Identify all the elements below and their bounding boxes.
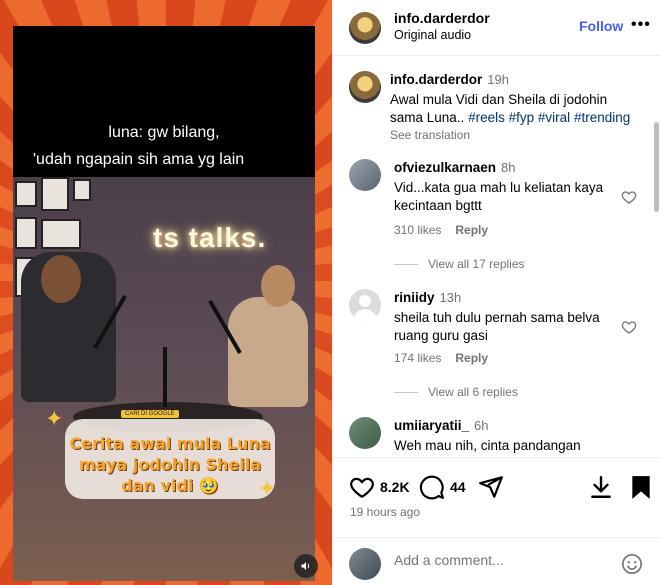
comment-likes[interactable]: 310 likes bbox=[394, 223, 441, 237]
header-username[interactable]: info.darderdor bbox=[394, 10, 490, 26]
original-audio-link[interactable]: Original audio bbox=[394, 28, 471, 42]
follow-button[interactable]: Follow bbox=[579, 18, 623, 34]
comment-avatar[interactable] bbox=[349, 417, 381, 449]
comment-username[interactable]: ofviezulkarnaen bbox=[394, 160, 496, 175]
hashtag-link[interactable]: #trending bbox=[574, 110, 630, 125]
comment-username[interactable]: riniidy bbox=[394, 290, 435, 305]
caption-username[interactable]: info.darderdor bbox=[390, 72, 482, 87]
microphone-stand bbox=[163, 347, 167, 407]
comments-count[interactable]: 44 bbox=[450, 479, 466, 495]
comment-item: ofviezulkarnaen 8h Vid...kata gua mah lu … bbox=[333, 157, 661, 277]
comment-avatar[interactable] bbox=[349, 289, 381, 321]
sparkle-icon: ✦ bbox=[258, 476, 277, 501]
caption-badge-line-3: dan vidi 🥹 bbox=[121, 476, 219, 495]
reel-video[interactable]: luna: gw bilang, 'udah ngapain sih ama y… bbox=[13, 26, 315, 581]
reply-button[interactable]: Reply bbox=[455, 223, 488, 237]
media-panel: luna: gw bilang, 'udah ngapain sih ama y… bbox=[0, 0, 332, 585]
comment-time: 13h bbox=[439, 290, 462, 305]
like-comment-heart-icon[interactable] bbox=[621, 319, 637, 335]
caption-time: 19h bbox=[487, 72, 509, 87]
comment-likes[interactable]: 174 likes bbox=[394, 351, 441, 365]
guest-left-head bbox=[41, 255, 81, 303]
hashtag-link[interactable]: #viral bbox=[538, 110, 570, 125]
hashtag-link[interactable]: #reels bbox=[468, 110, 505, 125]
comments-scrollbar[interactable] bbox=[654, 122, 659, 212]
comment-text: Vid...kata gua mah lu keliatan kaya keci… bbox=[394, 180, 604, 213]
comment-meta: 310 likes Reply bbox=[394, 223, 502, 237]
default-avatar-body bbox=[353, 309, 377, 321]
comment-item: umiiaryatii_ 6h Weh mau nih, cinta pandan… bbox=[333, 415, 661, 457]
volume-button[interactable] bbox=[294, 554, 318, 578]
comment-meta: 174 likes Reply bbox=[394, 351, 502, 365]
caption-badge: Cerita awal mula Luna maya jodohin Sheil… bbox=[65, 419, 275, 499]
emoji-smiley-icon[interactable] bbox=[621, 553, 643, 575]
comment-body: ofviezulkarnaen 8h Vid...kata gua mah lu … bbox=[394, 159, 614, 215]
save-bookmark-icon[interactable] bbox=[628, 474, 654, 500]
share-paper-plane-icon[interactable] bbox=[478, 474, 504, 500]
comment-text: sheila tuh dulu pernah sama belva ruang … bbox=[394, 310, 600, 343]
comment-bubble-icon[interactable] bbox=[419, 474, 445, 500]
guest-right-head bbox=[261, 265, 295, 307]
neon-sign: ts talks. bbox=[153, 222, 267, 253]
badge-tag: CARI DI GOOGLE bbox=[121, 410, 179, 418]
post-actions: 8.2K 44 19 hours ago bbox=[333, 457, 661, 527]
podcast-scene: ts talks. bbox=[13, 177, 315, 581]
see-translation-link[interactable]: See translation bbox=[390, 128, 640, 142]
view-replies-link[interactable]: View all 6 replies bbox=[394, 385, 518, 399]
view-replies-link[interactable]: View all 17 replies bbox=[394, 257, 525, 271]
post-caption: info.darderdor 19h Awal mula Vidi dan She… bbox=[333, 57, 661, 147]
add-comment-bar bbox=[333, 537, 661, 585]
speaker-icon bbox=[301, 562, 310, 570]
add-comment-input[interactable] bbox=[394, 552, 614, 568]
download-icon[interactable] bbox=[588, 474, 614, 500]
comment-item: riniidy 13h sheila tuh dulu pernah sama b… bbox=[333, 287, 661, 407]
comment-avatar[interactable] bbox=[349, 159, 381, 191]
caption-body: info.darderdor 19h Awal mula Vidi dan She… bbox=[390, 71, 640, 142]
sparkle-icon: ✦ bbox=[45, 406, 64, 431]
video-subtitle-line-1: luna: gw bilang, bbox=[108, 124, 220, 141]
comment-body: riniidy 13h sheila tuh dulu pernah sama b… bbox=[394, 289, 614, 345]
current-user-avatar bbox=[349, 548, 381, 580]
video-subtitle-line-2: 'udah ngapain sih ama yg lain bbox=[33, 151, 245, 168]
post-header: info.darderdor Original audio Follow ••• bbox=[333, 0, 661, 56]
likes-count[interactable]: 8.2K bbox=[380, 479, 410, 495]
comment-time: 8h bbox=[501, 160, 516, 175]
comment-time: 6h bbox=[474, 418, 489, 433]
owner-avatar[interactable] bbox=[349, 12, 381, 44]
caption-badge-line-1: Cerita awal mula Luna bbox=[69, 434, 271, 453]
comment-username[interactable]: umiiaryatii_ bbox=[394, 418, 469, 433]
comments-list[interactable]: info.darderdor 19h Awal mula Vidi dan She… bbox=[333, 57, 661, 457]
caption-avatar[interactable] bbox=[349, 71, 381, 103]
like-heart-icon[interactable] bbox=[349, 474, 375, 500]
comment-text: Weh mau nih, cinta pandangan bbox=[394, 438, 581, 453]
more-options-icon[interactable]: ••• bbox=[631, 16, 651, 34]
reply-button[interactable]: Reply bbox=[455, 351, 488, 365]
hashtag-link[interactable]: #fyp bbox=[509, 110, 535, 125]
caption-text-block: Awal mula Vidi dan Sheila di jodohin sam… bbox=[390, 91, 640, 127]
default-avatar-icon bbox=[359, 295, 371, 307]
instagram-post-modal: luna: gw bilang, 'udah ngapain sih ama y… bbox=[0, 0, 661, 585]
like-comment-heart-icon[interactable] bbox=[621, 189, 637, 205]
comment-body: umiiaryatii_ 6h Weh mau nih, cinta pandan… bbox=[394, 417, 614, 455]
caption-badge-line-2: maya jodohin Sheila bbox=[78, 455, 262, 474]
post-side-panel: info.darderdor Original audio Follow •••… bbox=[332, 0, 661, 585]
post-date: 19 hours ago bbox=[350, 505, 421, 519]
